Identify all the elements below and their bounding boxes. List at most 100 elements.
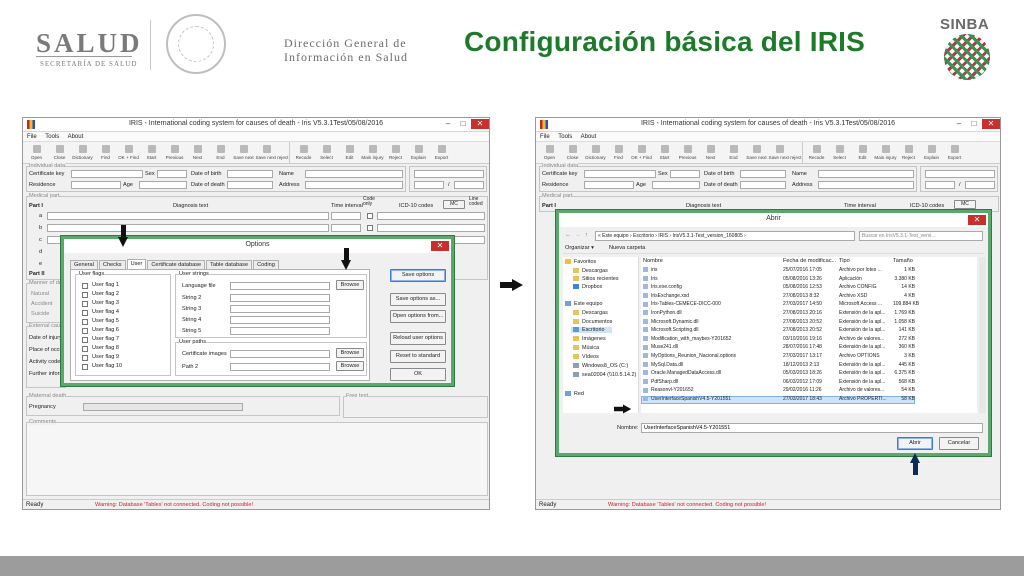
address-field[interactable] — [818, 181, 914, 189]
toolbar-explain-button[interactable]: Explain — [920, 142, 943, 164]
nav-pictures[interactable]: Imágenes — [573, 336, 606, 342]
toolbar-dictionary-button[interactable]: Dictionary — [584, 142, 607, 164]
maximize-icon[interactable]: □ — [967, 119, 981, 129]
column-type-header[interactable]: Tipo — [839, 258, 850, 264]
id-field-1[interactable] — [414, 170, 484, 178]
search-input[interactable]: Buscar en IrisV5.3.1-Test_versi... — [859, 231, 983, 241]
date-of-birth-field[interactable] — [227, 170, 273, 178]
new-folder-button[interactable]: Nueva carpeta — [609, 245, 645, 251]
string-5-field[interactable] — [230, 327, 330, 335]
nav-network-drive[interactable]: sea02004 (\\10.5.14.2) — [573, 372, 636, 378]
name-field[interactable] — [818, 170, 914, 178]
menu-about[interactable]: About — [581, 134, 597, 140]
back-icon[interactable]: ← — [565, 232, 571, 238]
menu-file[interactable]: File — [540, 134, 550, 140]
toolbar-explain-button[interactable]: Explain — [407, 142, 430, 164]
toolbar-reject-button[interactable]: Reject — [384, 142, 407, 164]
file-name[interactable]: MySql.Data.dll — [643, 362, 683, 370]
tab-general[interactable]: General — [70, 260, 98, 269]
toolbar-edit-button[interactable]: Edit — [338, 142, 361, 164]
minimize-icon[interactable]: – — [952, 119, 966, 129]
toolbar-open-button[interactable]: Open — [538, 142, 561, 164]
path-2-field[interactable] — [230, 363, 330, 371]
browse-path-2-button[interactable]: Browse — [336, 361, 364, 371]
toolbar-next-button[interactable]: Next — [699, 142, 722, 164]
browse-language-button[interactable]: Browse — [336, 280, 364, 290]
minimize-icon[interactable]: – — [441, 119, 455, 129]
toolbar-export-button[interactable]: Export — [943, 142, 966, 164]
user-flag-9-checkbox[interactable] — [82, 355, 88, 361]
residence-field[interactable] — [71, 181, 121, 189]
menu-tools[interactable]: Tools — [558, 134, 572, 140]
toolbar-ok-find-button[interactable]: OK + Find — [117, 142, 140, 164]
mc-button[interactable]: MC — [954, 200, 976, 209]
string-4-field[interactable] — [230, 316, 330, 324]
column-name-header[interactable]: Nombre — [643, 258, 663, 264]
nav-this-pc[interactable]: Este equipo — [565, 301, 602, 307]
toolbar-end-button[interactable]: End — [722, 142, 745, 164]
user-flag-3-checkbox[interactable] — [82, 301, 88, 307]
toolbar-main-injury-button[interactable]: Main injury — [361, 142, 384, 164]
reset-to-standard-button[interactable]: Reset to standard — [390, 350, 446, 363]
date-of-death-field[interactable] — [227, 181, 273, 189]
toolbar-close-button[interactable]: Close — [561, 142, 584, 164]
address-field[interactable] — [305, 181, 403, 189]
toolbar-previous-button[interactable]: Previous — [163, 142, 186, 164]
residence-field[interactable] — [584, 181, 634, 189]
toolbar-previous-button[interactable]: Previous — [676, 142, 699, 164]
file-name[interactable]: UserInterfaceSpanishV4.5-Y201551 — [643, 396, 731, 404]
string-3-field[interactable] — [230, 305, 330, 313]
cancel-button[interactable]: Cancelar — [939, 437, 979, 450]
toolbar-main-injury-button[interactable]: Main injury — [874, 142, 897, 164]
nav-videos[interactable]: Vídeos — [573, 354, 599, 360]
nav-downloads[interactable]: Descargas — [573, 268, 608, 274]
code-only-b-checkbox[interactable] — [367, 225, 373, 231]
save-options-button[interactable]: Save options — [390, 269, 446, 282]
certificate-images-field[interactable] — [230, 350, 330, 358]
file-name[interactable]: Oracle.ManagedDataAccess.dll — [643, 370, 721, 378]
file-name[interactable]: MyOptions_Reunion_Nacional.options — [643, 353, 736, 361]
toolbar-save-next-button[interactable]: Save next — [232, 142, 255, 164]
natural-radio[interactable]: Natural — [31, 291, 49, 297]
nav-drive-c[interactable]: Windows8_OS (C:) — [573, 363, 628, 369]
file-name[interactable]: iris — [643, 267, 657, 275]
string-2-field[interactable] — [230, 294, 330, 302]
file-name[interactable]: Reasonvl-Y201652 — [643, 387, 694, 395]
toolbar-end-button[interactable]: End — [209, 142, 232, 164]
file-name[interactable]: Iris-Tables-CEMECE-DICC-000 — [643, 301, 721, 309]
file-name[interactable]: Iris — [643, 276, 658, 284]
date-of-death-field[interactable] — [740, 181, 786, 189]
column-date-header[interactable]: Fecha de modificac... — [783, 258, 836, 264]
sex-field[interactable] — [670, 170, 700, 178]
file-name[interactable]: Microsoft.Scripting.dll — [643, 327, 699, 335]
toolbar-find-button[interactable]: Find — [94, 142, 117, 164]
toolbar-select-button[interactable]: Select — [828, 142, 851, 164]
language-file-field[interactable] — [230, 282, 330, 290]
tab-certificate-database[interactable]: Certificate database — [147, 260, 206, 269]
id-field-2[interactable] — [414, 181, 444, 189]
file-name[interactable]: Modification_with_maybes-Y201652 — [643, 336, 731, 344]
file-list-scrollbar[interactable] — [979, 257, 986, 413]
tab-checks[interactable]: Checks — [98, 260, 126, 269]
nav-favorites[interactable]: Favoritos — [565, 259, 596, 265]
interval-a-field[interactable] — [331, 212, 361, 220]
user-flag-5-checkbox[interactable] — [82, 319, 88, 325]
age-field[interactable] — [139, 181, 187, 189]
file-name[interactable]: IrisExchange.xsd — [643, 293, 689, 301]
toolbar-save-next-reject-button[interactable]: Save next reject — [255, 142, 289, 164]
save-options-as-button[interactable]: Save options as... — [390, 293, 446, 306]
tab-user[interactable]: User — [126, 259, 147, 269]
toolbar-save-next-reject-button[interactable]: Save next reject — [768, 142, 802, 164]
file-name[interactable]: IronPython.dll — [643, 310, 682, 318]
date-of-birth-field[interactable] — [740, 170, 786, 178]
toolbar-reject-button[interactable]: Reject — [897, 142, 920, 164]
toolbar-start-button[interactable]: Start — [653, 142, 676, 164]
toolbar-save-next-button[interactable]: Save next — [745, 142, 768, 164]
open-options-from-button[interactable]: Open options from... — [390, 310, 446, 323]
diagnosis-a-field[interactable] — [47, 212, 329, 220]
nav-desktop[interactable]: Escritorio — [571, 327, 613, 333]
icd-a-field[interactable] — [377, 212, 485, 220]
toolbar-dictionary-button[interactable]: Dictionary — [71, 142, 94, 164]
toolbar-edit-button[interactable]: Edit — [851, 142, 874, 164]
file-name[interactable]: Iris.exe.config — [643, 284, 682, 292]
